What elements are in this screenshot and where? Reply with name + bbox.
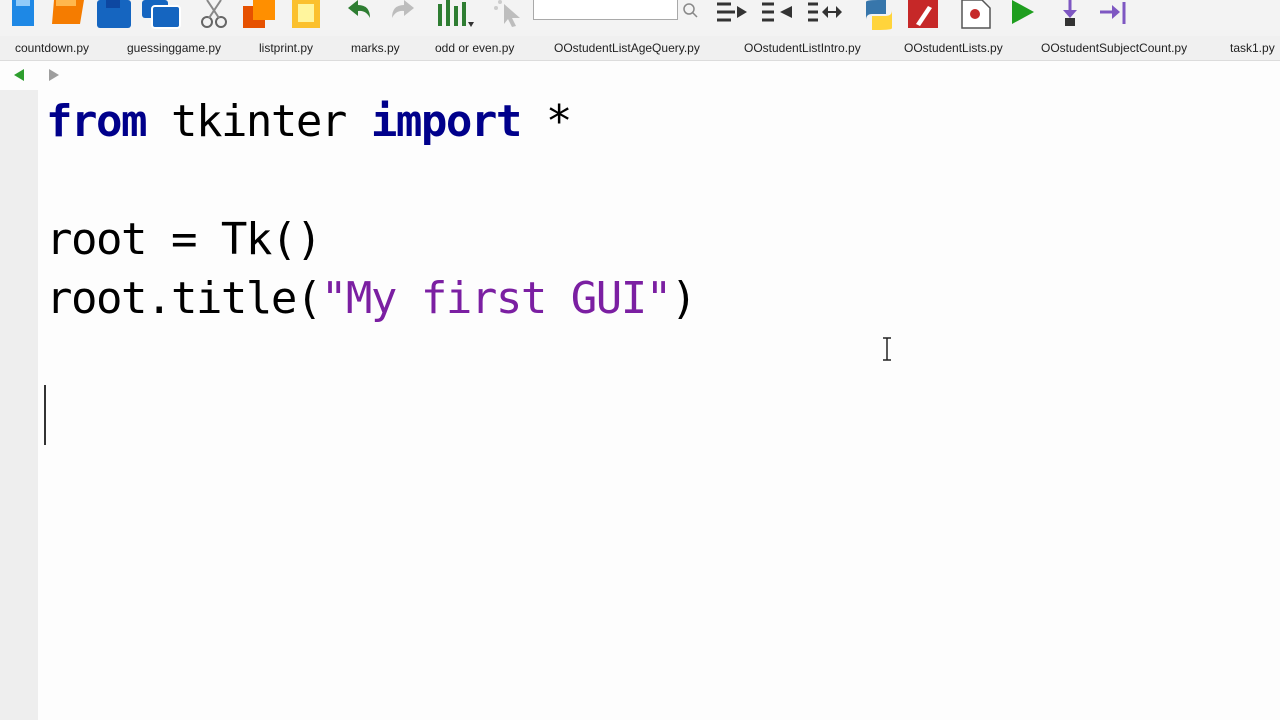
dedent-icon[interactable] [760,0,796,33]
tab-listprint[interactable]: listprint.py [259,36,313,60]
cut-icon[interactable] [199,0,229,35]
tab-task1[interactable]: task1.py [1230,36,1275,60]
title-call: root.title( [46,273,322,324]
tab-oostudentlistintro[interactable]: OOstudentListIntro.py [744,36,861,60]
tab-guessinggame[interactable]: guessinggame.py [127,36,221,60]
line-gutter [0,90,38,720]
tab-oostudentsubjectcount[interactable]: OOstudentSubjectCount.py [1041,36,1187,60]
settings-icon[interactable] [906,0,942,35]
back-arrow-icon[interactable] [12,68,26,87]
text-caret [44,385,46,445]
run-icon[interactable] [1010,0,1038,33]
closing-paren: ) [670,273,698,324]
save-icon[interactable] [97,0,133,35]
search-icon[interactable] [682,2,700,25]
step-out-icon[interactable] [1098,0,1132,33]
keyword-from: from [46,96,147,147]
undo-icon[interactable] [344,0,374,33]
tab-odd-or-even[interactable]: odd or even.py [435,36,514,60]
file-tab-bar: countdown.py guessinggame.py listprint.p… [0,36,1280,61]
navigation-row [0,60,1280,90]
forward-arrow-icon[interactable] [47,68,61,87]
search-input[interactable] [533,0,678,20]
code-line-4: root.title("My first GUI") [46,269,698,329]
code-line-3: root = Tk() [46,214,322,265]
save-all-icon[interactable] [142,0,182,35]
redo-icon[interactable] [388,0,418,33]
copy-icon[interactable] [243,0,279,35]
indent-icon[interactable] [715,0,751,33]
python-icon[interactable] [862,0,896,35]
breakpoint-icon[interactable] [960,0,992,35]
toggle-indent-icon[interactable] [806,0,844,33]
tab-oostudentlists[interactable]: OOstudentLists.py [904,36,1003,60]
code-line-1: from tkinter import * [46,92,572,152]
toolbar [0,0,1280,36]
pointer-icon[interactable] [492,0,526,33]
ibeam-cursor-icon [880,336,894,369]
paste-icon[interactable] [290,0,324,35]
new-file-icon[interactable] [10,0,38,33]
step-into-icon[interactable] [1058,0,1086,33]
code-editor[interactable]: from tkinter import * root = Tk() root.t… [38,90,1280,720]
tab-countdown[interactable]: countdown.py [15,36,89,60]
open-folder-icon[interactable] [52,0,88,33]
module-name: tkinter [145,96,371,147]
find-icon[interactable] [436,0,476,35]
tab-oostudentlistagequery[interactable]: OOstudentListAgeQuery.py [554,36,700,60]
tab-marks[interactable]: marks.py [351,36,400,60]
string-literal: "My first GUI" [320,273,672,324]
keyword-import: import [370,96,522,147]
import-target: * [520,96,572,147]
